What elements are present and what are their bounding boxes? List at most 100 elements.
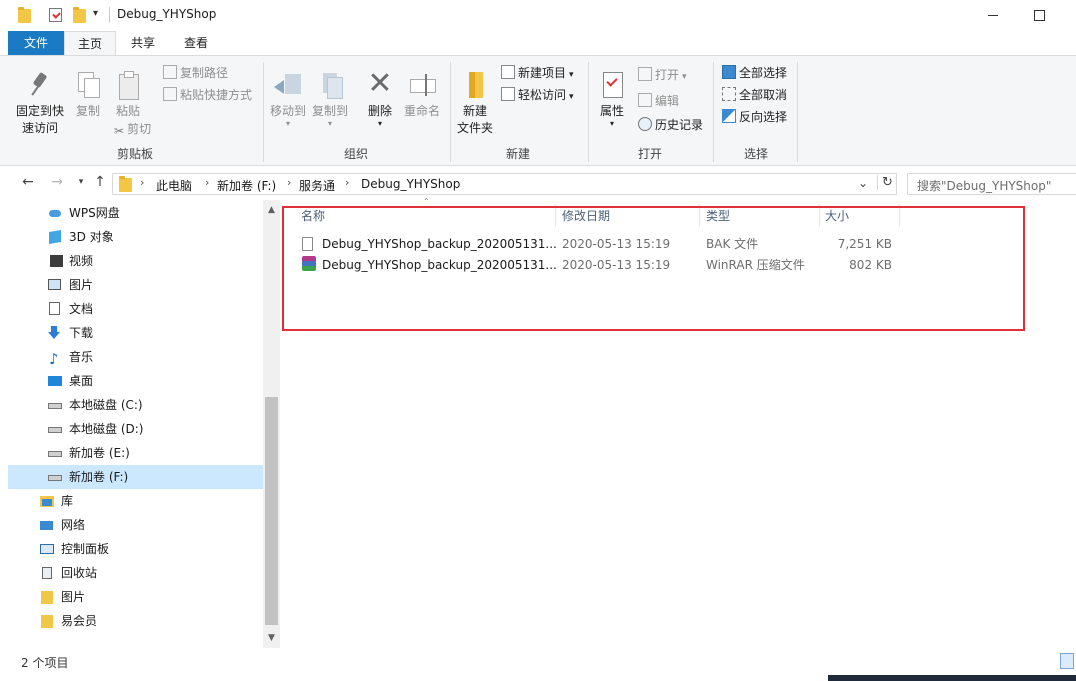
new-item-button[interactable]: 新建项目 ▾ <box>501 63 574 83</box>
select-all-button[interactable]: 全部选择 <box>722 63 787 83</box>
rename-icon <box>407 70 437 100</box>
new-group-label: 新建 <box>505 147 530 161</box>
properties-quick-icon[interactable] <box>49 8 62 22</box>
copy-icon <box>73 70 103 100</box>
download-icon <box>48 326 62 340</box>
breadcrumb-current[interactable]: Debug_YHYShop <box>361 177 460 191</box>
desktop-icon <box>48 374 62 388</box>
new-folder-quick-icon[interactable] <box>73 7 86 23</box>
copy-button[interactable]: 复制 <box>72 70 104 120</box>
nav-item[interactable]: 图片 <box>8 585 263 609</box>
new-folder-button[interactable]: 新建 文件夹 <box>455 70 495 137</box>
scroll-down-arrow-icon[interactable]: ▼ <box>263 630 280 646</box>
up-arrow-icon[interactable]: ↑ <box>92 174 108 190</box>
sort-caret-icon: ⌃ <box>423 197 430 206</box>
nav-item[interactable]: 下载 <box>8 321 263 345</box>
nav-item[interactable]: ♪ 音乐 <box>8 345 263 369</box>
copy-path-button[interactable]: 复制路径 <box>163 63 228 83</box>
nav-item[interactable]: 新加卷 (E:) <box>8 441 263 465</box>
drive-icon <box>48 398 62 412</box>
nav-item[interactable]: WPS网盘 <box>8 201 263 225</box>
scroll-thumb[interactable] <box>265 397 278 625</box>
control-panel-icon <box>40 542 54 556</box>
nav-item[interactable]: 控制面板 <box>8 537 263 561</box>
nav-item-label: 图片 <box>61 590 86 604</box>
pin-to-quick-access-button[interactable]: 固定到快 速访问 <box>12 70 68 137</box>
customize-quick-access-icon[interactable]: ▾ <box>93 8 98 19</box>
tab-view[interactable]: 查看 <box>170 31 222 55</box>
tab-share[interactable]: 共享 <box>118 31 168 55</box>
invert-selection-button[interactable]: 反向选择 <box>722 107 787 127</box>
select-group-label: 选择 <box>743 147 768 161</box>
scroll-up-arrow-icon[interactable]: ▲ <box>263 202 280 218</box>
window-title: Debug_YHYShop <box>117 7 217 21</box>
paste-button[interactable]: 粘贴 <box>112 70 144 120</box>
edit-icon <box>638 93 652 107</box>
pin-label-line2: 速访问 <box>21 121 58 135</box>
tab-home[interactable]: 主页 <box>64 31 116 55</box>
nav-item[interactable]: 易会员 <box>8 609 263 633</box>
search-input[interactable]: 搜索"Debug_YHYShop" <box>907 173 1076 195</box>
nav-item-label: 音乐 <box>69 350 94 364</box>
back-arrow-icon[interactable]: ← <box>20 174 36 190</box>
ribbon-tabs: 文件 主页 共享 查看 <box>0 31 1076 55</box>
nav-item-label: 下载 <box>69 326 94 340</box>
invert-selection-icon <box>722 109 736 123</box>
details-view-icon[interactable] <box>1060 653 1074 669</box>
library-icon <box>40 494 54 508</box>
nav-item[interactable]: 3D 对象 <box>8 225 263 249</box>
recycle-bin-icon <box>40 566 54 580</box>
navigation-pane: WPS网盘 3D 对象 视频 图片 文档 下载 ♪ 音乐 桌面 本地磁盘 (C:) 本地磁盘 (D:… <box>0 200 280 648</box>
item-count: 2 个项目 <box>21 656 69 670</box>
history-button[interactable]: 历史记录 <box>638 115 703 135</box>
properties-button[interactable]: 属性 ▾ <box>594 70 630 128</box>
minimize-button[interactable] <box>970 4 1016 26</box>
breadcrumb-drive-f[interactable]: 新加卷 (F:) <box>217 177 276 194</box>
forward-arrow-icon[interactable]: → <box>49 174 65 190</box>
address-dropdown-icon[interactable]: ⌄ <box>858 176 868 190</box>
copy-label: 复制 <box>75 104 100 118</box>
breadcrumb-service[interactable]: 服务通 <box>299 177 335 194</box>
maximize-button[interactable] <box>1016 4 1062 26</box>
title-bar: ▾ Debug_YHYShop <box>0 0 1076 31</box>
nav-item[interactable]: 本地磁盘 (C:) <box>8 393 263 417</box>
nav-item[interactable]: 回收站 <box>8 561 263 585</box>
nav-item-label: 回收站 <box>61 566 98 580</box>
cut-button[interactable]: ✂ 剪切 <box>114 119 151 139</box>
move-to-icon <box>273 70 303 100</box>
nav-item[interactable]: 库 <box>8 489 263 513</box>
new-item-icon <box>501 65 515 79</box>
edit-button[interactable]: 编辑 <box>638 91 679 111</box>
highlight-box <box>282 206 1025 331</box>
easy-access-button[interactable]: 轻松访问 ▾ <box>501 85 574 105</box>
paste-shortcut-button[interactable]: 粘贴快捷方式 <box>163 85 252 105</box>
nav-item[interactable]: 桌面 <box>8 369 263 393</box>
address-bar[interactable]: › 此电脑 › 新加卷 (F:) › 服务通 › Debug_YHYShop ⌄… <box>112 173 897 195</box>
document-icon <box>48 302 62 316</box>
rename-button[interactable]: 重命名 <box>402 70 442 120</box>
nav-item[interactable]: 网络 <box>8 513 263 537</box>
nav-item[interactable]: 新加卷 (F:) <box>8 465 263 489</box>
navigation-bar: ← → ▾ ↑ › 此电脑 › 新加卷 (F:) › 服务通 › Debug_Y… <box>0 166 1076 200</box>
chevron-right-icon: › <box>140 176 145 189</box>
move-to-button[interactable]: 移动到 ▾ <box>268 70 308 128</box>
delete-button[interactable]: ✕ 删除 ▾ <box>362 69 398 128</box>
chevron-right-icon: › <box>287 176 292 189</box>
open-group-label: 打开 <box>637 147 662 161</box>
select-none-button[interactable]: 全部取消 <box>722 85 787 105</box>
refresh-icon[interactable]: ↻ <box>877 175 893 190</box>
cloud-icon <box>48 206 62 220</box>
nav-item[interactable]: 文档 <box>8 297 263 321</box>
recent-locations-icon[interactable]: ▾ <box>73 174 89 190</box>
nav-item[interactable]: 本地磁盘 (D:) <box>8 417 263 441</box>
breadcrumb-this-pc[interactable]: 此电脑 <box>156 177 192 194</box>
select-none-icon <box>722 87 736 101</box>
easy-access-icon <box>501 87 515 101</box>
clipboard-group-label: 剪贴板 <box>116 147 153 161</box>
open-button[interactable]: 打开 ▾ <box>638 65 687 85</box>
tab-file[interactable]: 文件 <box>8 31 64 55</box>
nav-item[interactable]: 视频 <box>8 249 263 273</box>
nav-item[interactable]: 图片 <box>8 273 263 297</box>
copy-to-button[interactable]: 复制到 ▾ <box>310 70 350 128</box>
nav-scrollbar[interactable]: ▲ ▼ <box>263 200 280 648</box>
